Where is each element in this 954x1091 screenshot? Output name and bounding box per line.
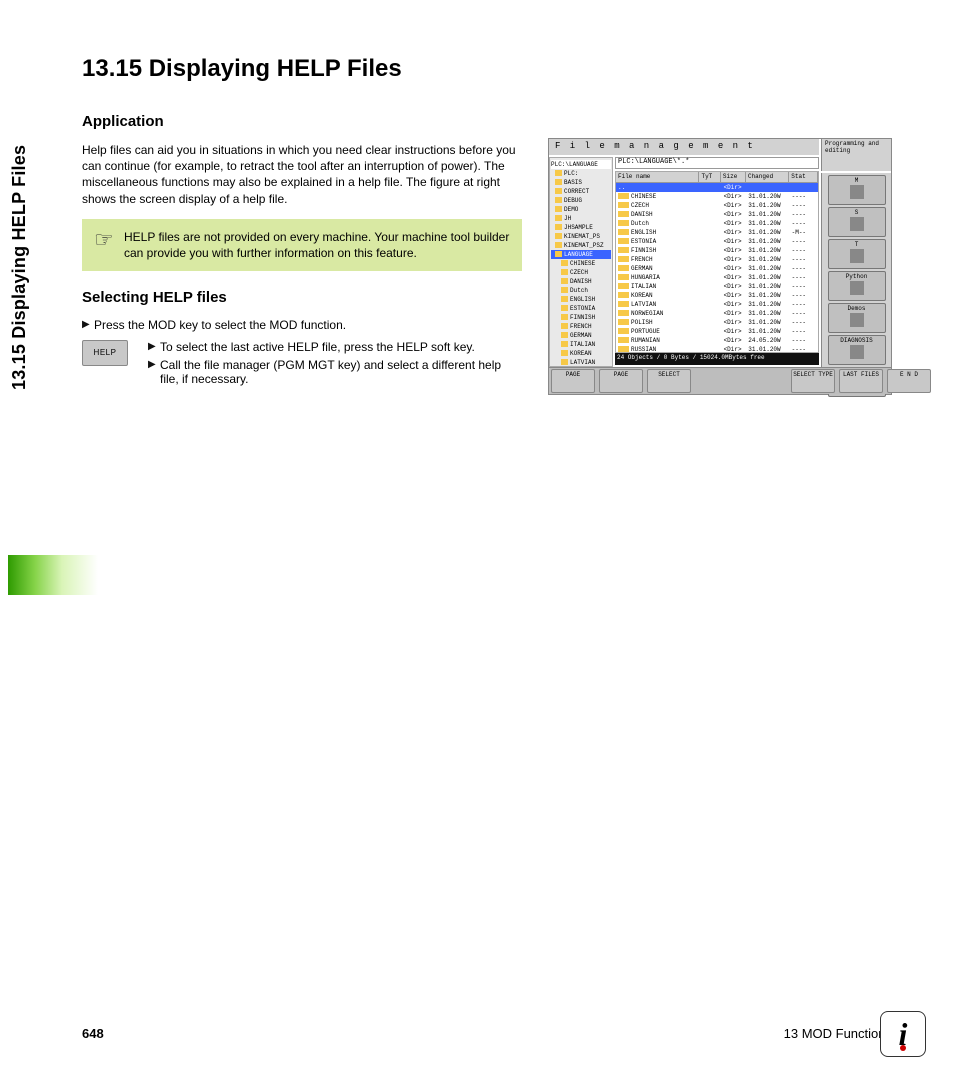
col-type: TyT (699, 172, 720, 182)
step-2-row: HELP ▶ To select the last active HELP fi… (82, 340, 522, 394)
file-row[interactable]: RUSSIAN<Dir>31.01.20W---- (616, 345, 818, 353)
step-3-text: Call the file manager (PGM MGT key) and … (160, 358, 522, 386)
note-box: ☞ HELP files are not provided on every m… (82, 219, 522, 271)
fm-tree[interactable]: PLC:\LANGUAGEPLC:BASISCORRECTDEBUGDEMOJH… (549, 157, 613, 367)
softkey-button[interactable]: SELECT TYPE (791, 369, 835, 393)
file-row[interactable]: CHINESE<Dir>31.01.20W---- (616, 192, 818, 201)
file-row[interactable]: ITALIAN<Dir>31.01.20W---- (616, 282, 818, 291)
tree-item[interactable]: CHINESE (551, 259, 611, 268)
file-row[interactable]: NORWEGIAN<Dir>31.01.20W---- (616, 309, 818, 318)
file-row[interactable]: PORTUGUE<Dir>31.01.20W---- (616, 327, 818, 336)
tree-item[interactable]: JH (551, 214, 611, 223)
file-row[interactable]: HUNGARIA<Dir>31.01.20W---- (616, 273, 818, 282)
step-1: ▶ Press the MOD key to select the MOD fu… (82, 318, 522, 332)
tree-item[interactable]: LATVIAN (551, 358, 611, 367)
help-softkey-button[interactable]: HELP (82, 340, 128, 366)
softkey-button[interactable]: SELECT (647, 369, 691, 393)
fm-mode-label: Programming and editing (821, 139, 891, 171)
col-size: Size (721, 172, 746, 182)
tree-item[interactable]: DEMO (551, 205, 611, 214)
content-column: 13.15 Displaying HELP Files Application … (82, 55, 522, 402)
file-row[interactable]: RUMANIAN<Dir>24.05.20W---- (616, 336, 818, 345)
side-tab: 13.15 Displaying HELP Files (30, 50, 54, 390)
tree-item[interactable]: PLC: (551, 169, 611, 178)
tree-item[interactable]: JHSAMPLE (551, 223, 611, 232)
tree-item[interactable]: FRENCH (551, 322, 611, 331)
page-footer: 648 13 MOD Functions (82, 1026, 892, 1041)
tree-item[interactable]: KINEMAT_PSZ (551, 241, 611, 250)
fm-status-bar: 24 Objects / 0 Bytes / 15024.0MBytes fre… (615, 353, 819, 365)
subheading-selecting: Selecting HELP files (82, 289, 522, 306)
tree-item[interactable]: KINEMAT_PS (551, 232, 611, 241)
note-text: HELP files are not provided on every mac… (124, 229, 510, 261)
tree-item[interactable]: LANGUAGE (551, 250, 611, 259)
arrow-icon: ▶ (82, 318, 94, 332)
subheading-application: Application (82, 113, 522, 130)
side-gradient (8, 555, 98, 595)
tree-item[interactable]: DANISH (551, 277, 611, 286)
fm-list-header: File name TyT Size Changed Stat (616, 172, 818, 183)
softkey-button[interactable]: PAGE (551, 369, 595, 393)
file-row[interactable]: POLISH<Dir>31.01.20W---- (616, 318, 818, 327)
right-panel-button[interactable]: T (828, 239, 886, 269)
tree-item[interactable]: GERMAN (551, 331, 611, 340)
tree-item[interactable]: ENGLISH (551, 295, 611, 304)
tree-item[interactable]: CORRECT (551, 187, 611, 196)
fm-right-panel: MSTPythonDemosDIAGNOSISInfo 1/3 (821, 173, 891, 367)
tree-item[interactable]: ESTONIA (551, 304, 611, 313)
para-application: Help files can aid you in situations in … (82, 142, 522, 207)
fm-softkey-row: PAGEPAGESELECTSELECT TYPELAST FILESE N D (549, 367, 891, 394)
tree-item[interactable]: CZECH (551, 268, 611, 277)
file-row[interactable]: CZECH<Dir>31.01.20W---- (616, 201, 818, 210)
softkey-button[interactable]: PAGE (599, 369, 643, 393)
tree-item[interactable]: ITALIAN (551, 340, 611, 349)
pointing-hand-icon: ☞ (94, 229, 124, 261)
softkey-button[interactable]: E N D (887, 369, 931, 393)
file-row[interactable]: KOREAN<Dir>31.01.20W---- (616, 291, 818, 300)
right-panel-button[interactable]: S (828, 207, 886, 237)
fm-file-list[interactable]: File name TyT Size Changed Stat ..<Dir>C… (615, 171, 819, 353)
col-stat: Stat (789, 172, 818, 182)
file-row[interactable]: GERMAN<Dir>31.01.20W---- (616, 264, 818, 273)
file-row[interactable]: ESTONIA<Dir>31.01.20W---- (616, 237, 818, 246)
tree-item[interactable]: BASIS (551, 178, 611, 187)
right-panel-button[interactable]: M (828, 175, 886, 205)
file-row[interactable]: DANISH<Dir>31.01.20W---- (616, 210, 818, 219)
right-panel-button[interactable]: Demos (828, 303, 886, 333)
side-tab-text: 13.15 Displaying HELP Files (9, 145, 30, 390)
right-panel-button[interactable]: DIAGNOSIS (828, 335, 886, 365)
page-title: 13.15 Displaying HELP Files (82, 55, 522, 83)
chapter-label: 13 MOD Functions (784, 1026, 892, 1041)
right-panel-button[interactable]: Python (828, 271, 886, 301)
softkey-blank (695, 369, 739, 393)
fm-title: F i l e m a n a g e m e n t (549, 139, 819, 155)
tree-item[interactable]: FINNISH (551, 313, 611, 322)
arrow-icon: ▶ (148, 358, 160, 372)
col-name: File name (616, 172, 699, 182)
file-row[interactable]: ENGLISH<Dir>31.01.20W-M-- (616, 228, 818, 237)
softkey-button[interactable]: LAST FILES (839, 369, 883, 393)
fm-path-field[interactable]: PLC:\LANGUAGE\*.* (615, 157, 819, 169)
file-row[interactable]: FINNISH<Dir>31.01.20W---- (616, 246, 818, 255)
file-row[interactable]: Dutch<Dir>31.01.20W---- (616, 219, 818, 228)
file-row[interactable]: FRENCH<Dir>31.01.20W---- (616, 255, 818, 264)
step-1-text: Press the MOD key to select the MOD func… (94, 318, 522, 332)
tree-item[interactable]: Dutch (551, 286, 611, 295)
file-manager-screenshot: F i l e m a n a g e m e n t Programming … (548, 138, 892, 395)
page-number: 648 (82, 1026, 104, 1041)
col-changed: Changed (746, 172, 789, 182)
softkey-blank (743, 369, 787, 393)
tree-item[interactable]: KOREAN (551, 349, 611, 358)
arrow-icon: ▶ (148, 340, 160, 354)
tree-item[interactable]: DEBUG (551, 196, 611, 205)
file-row[interactable]: ..<Dir> (616, 183, 818, 192)
file-row[interactable]: LATVIAN<Dir>31.01.20W---- (616, 300, 818, 309)
info-icon: i (880, 1011, 926, 1057)
document-page: 13.15 Displaying HELP Files 13.15 Displa… (0, 0, 954, 1091)
step-2-text: To select the last active HELP file, pre… (160, 340, 475, 354)
